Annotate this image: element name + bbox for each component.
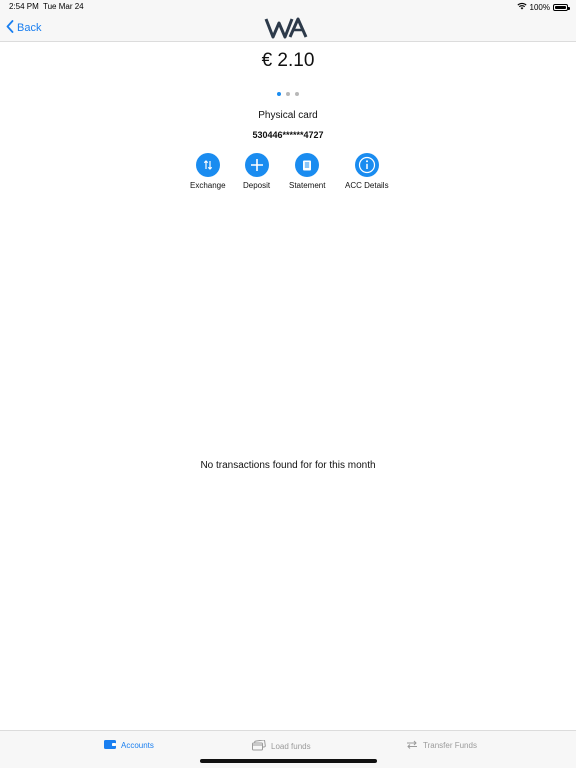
status-bar: 2:54 PM Tue Mar 24 100% (0, 0, 576, 14)
exchange-arrows-icon (195, 153, 220, 177)
tab-transfer-funds-label: Transfer Funds (423, 741, 477, 750)
tab-accounts[interactable]: Accounts (104, 740, 154, 751)
empty-transactions-message: No transactions found for for this month (200, 460, 376, 471)
page-indicator[interactable] (0, 92, 576, 96)
chevron-left-icon (6, 20, 14, 36)
acc-details-label: ACC Details (345, 181, 389, 190)
document-icon (295, 153, 320, 177)
plus-icon (244, 153, 269, 177)
battery-level (555, 5, 566, 9)
transfer-arrows-icon (406, 740, 418, 751)
acc-details-button[interactable]: ACC Details (345, 153, 389, 190)
statement-label: Statement (289, 181, 326, 190)
status-date: Tue Mar 24 (43, 2, 84, 11)
action-buttons: Exchange Deposit Statement ACC Details (0, 153, 576, 193)
tab-load-funds-label: Load funds (271, 742, 311, 751)
statement-button[interactable]: Statement (289, 153, 325, 190)
status-time: 2:54 PM (9, 2, 39, 11)
app-screen: 2:54 PM Tue Mar 24 100% Back € 2.10 Phys… (0, 0, 576, 768)
info-icon (354, 153, 379, 177)
page-dot-2 (286, 92, 290, 96)
home-indicator[interactable] (200, 759, 377, 763)
back-button[interactable]: Back (6, 19, 41, 37)
exchange-button[interactable]: Exchange (190, 153, 226, 190)
deposit-label: Deposit (243, 181, 271, 190)
battery-percent: 100% (529, 2, 550, 12)
tab-accounts-label: Accounts (121, 741, 154, 750)
battery-icon (553, 3, 570, 11)
account-balance: € 2.10 (261, 50, 315, 71)
navigation-bar: Back (0, 14, 576, 42)
wallet-icon (104, 740, 116, 751)
deposit-button[interactable]: Deposit (243, 153, 270, 190)
tab-load-funds[interactable]: Load funds (252, 739, 311, 753)
status-indicators: 100% (516, 2, 570, 12)
tab-transfer-funds[interactable]: Transfer Funds (406, 740, 477, 751)
brand-logo (264, 17, 310, 39)
card-type: Physical card (258, 110, 318, 121)
back-label: Back (17, 22, 42, 34)
cards-icon (252, 739, 266, 753)
card-number: 530446******4727 (252, 130, 324, 140)
wifi-icon (516, 2, 527, 12)
exchange-label: Exchange (190, 181, 226, 190)
page-dot-1 (277, 92, 281, 96)
page-dot-3 (295, 92, 299, 96)
